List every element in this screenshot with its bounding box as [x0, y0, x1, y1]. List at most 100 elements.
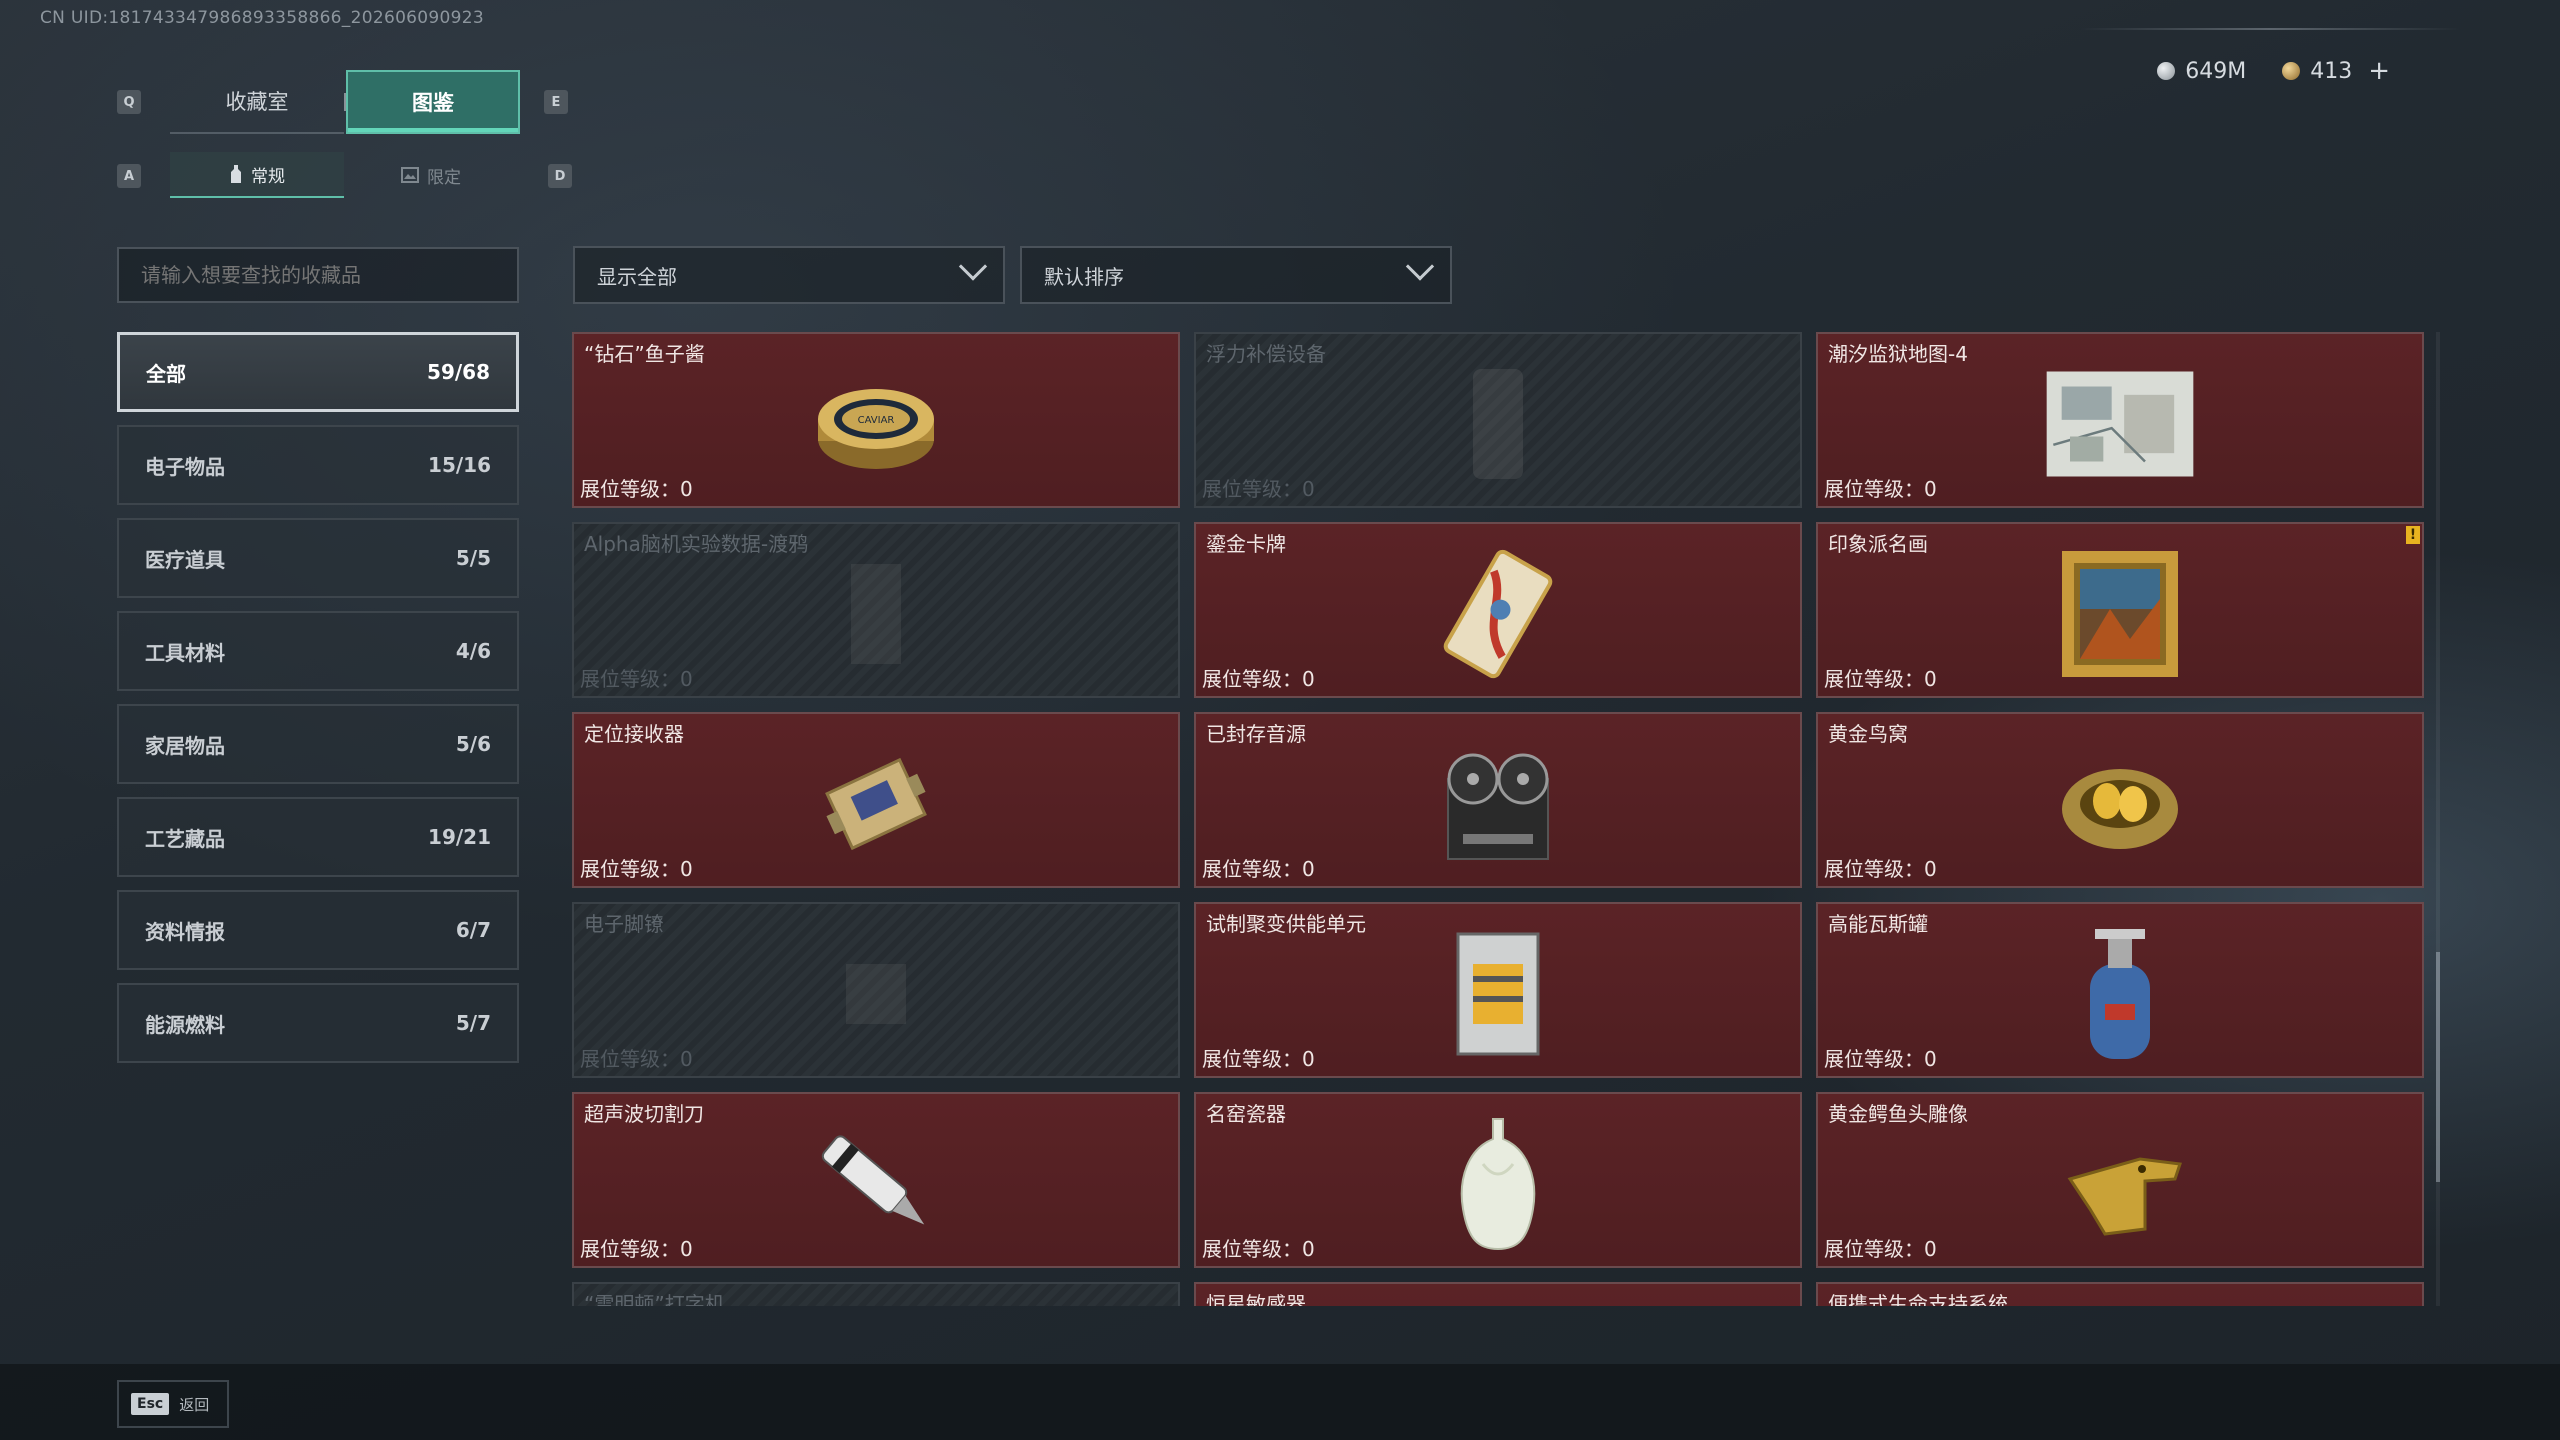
display-level-label: 展位等级： [1824, 667, 1924, 691]
display-level-value: 0 [1302, 667, 1315, 691]
collection-card[interactable]: 试制聚变供能单元展位等级：0 [1194, 902, 1802, 1078]
collection-card[interactable]: Alpha脑机实验数据-渡鸦 展位等级：0 [572, 522, 1180, 698]
category-medical[interactable]: 医疗道具 5/5 [117, 518, 519, 598]
sort-dropdown-value: 默认排序 [1044, 264, 1124, 289]
display-level-label: 展位等级： [1202, 857, 1302, 881]
display-level-value: 0 [1924, 857, 1937, 881]
category-label: 工具材料 [145, 640, 225, 665]
category-count: 4/6 [455, 639, 491, 663]
item-name: 便携式生命支持系统 [1828, 1292, 2008, 1306]
fusion-cell-icon [1423, 924, 1573, 1064]
tab-collection-room[interactable]: 收藏室 [170, 70, 344, 134]
category-count: 6/7 [455, 918, 491, 942]
sort-dropdown[interactable]: 默认排序 [1020, 246, 1452, 304]
caviar-tin-icon: CAVIAR [801, 354, 951, 494]
item-name: 黄金鳄鱼头雕像 [1828, 1102, 1968, 1126]
gold-amount: 413 [2310, 58, 2353, 84]
category-tools[interactable]: 工具材料 4/6 [117, 611, 519, 691]
category-all[interactable]: 全部 59/68 [117, 332, 519, 412]
reel-to-reel-icon [1423, 734, 1573, 874]
collection-card[interactable]: “雷明顿”打字机展位等级：0 [572, 1282, 1180, 1306]
display-level: 展位等级：0 [1202, 473, 1315, 502]
category-label: 全部 [146, 361, 186, 386]
item-name: 恒星敏感器 [1206, 1292, 1306, 1306]
item-name: 定位接收器 [584, 722, 684, 746]
display-level-value: 0 [1924, 667, 1937, 691]
key-hint-a: A [117, 164, 141, 188]
tab-codex[interactable]: 图鉴 [346, 70, 520, 134]
category-count: 5/7 [455, 1011, 491, 1035]
category-count: 59/68 [427, 360, 490, 384]
gold-coin-icon [2282, 62, 2301, 80]
collection-card[interactable]: “钻石”鱼子酱 CAVIAR 展位等级：0 [572, 332, 1180, 508]
display-level-value: 0 [1924, 1047, 1937, 1071]
scrollbar-thumb[interactable] [2436, 952, 2440, 1182]
display-level-label: 展位等级： [1824, 1237, 1924, 1261]
porcelain-vase-icon [1423, 1114, 1573, 1254]
item-name: “钻石”鱼子酱 [584, 342, 705, 366]
sub-tabs: 常规 限定 [170, 152, 518, 198]
collection-card[interactable]: 已封存音源 展位等级：0 [1194, 712, 1802, 888]
category-intel[interactable]: 资料情报 6/7 [117, 890, 519, 970]
display-level-value: 0 [680, 1237, 693, 1261]
collection-card[interactable]: 高能瓦斯罐 展位等级：0 [1816, 902, 2424, 1078]
category-electronics[interactable]: 电子物品 15/16 [117, 425, 519, 505]
category-label: 医疗道具 [145, 547, 225, 572]
back-label: 返回 [179, 1395, 210, 1414]
key-hint-e: E [544, 90, 568, 114]
category-crafts[interactable]: 工艺藏品 19/21 [117, 797, 519, 877]
category-label: 能源燃料 [145, 1012, 225, 1037]
display-level-value: 0 [680, 1047, 693, 1071]
grid-scrollbar[interactable] [2436, 332, 2440, 1306]
category-label: 家居物品 [145, 733, 225, 758]
display-level-value: 0 [1302, 1237, 1315, 1261]
item-name: “雷明顿”打字机 [584, 1292, 725, 1306]
display-level: 展位等级：0 [1202, 663, 1315, 692]
collection-card[interactable]: 浮力补偿设备 展位等级：0 [1194, 332, 1802, 508]
collection-card[interactable]: 恒星敏感器展位等级：0 [1194, 1282, 1802, 1306]
display-level: 展位等级：0 [580, 1233, 693, 1262]
decorative-line [2080, 28, 2460, 30]
ultrasonic-cutter-icon [801, 1114, 951, 1254]
add-currency-button[interactable]: + [2368, 56, 2390, 86]
collection-card[interactable]: 鎏金卡牌 展位等级：0 [1194, 522, 1802, 698]
display-level: 展位等级：0 [1202, 1043, 1315, 1072]
item-name: Alpha脑机实验数据-渡鸦 [584, 532, 809, 556]
alert-badge-icon: ! [2406, 526, 2420, 544]
collection-grid: “钻石”鱼子酱 CAVIAR 展位等级：0 浮力补偿设备 展位等级：0 潮汐监狱地图-4 展… [572, 332, 2424, 1306]
collection-card[interactable]: 名窑瓷器 展位等级：0 [1194, 1092, 1802, 1268]
key-hint-q: Q [117, 90, 141, 114]
subtab-regular[interactable]: 常规 [170, 152, 344, 198]
display-level: 展位等级：0 [1202, 1233, 1315, 1262]
back-button[interactable]: Esc 返回 [117, 1380, 229, 1428]
framed-painting-icon [2045, 544, 2195, 684]
collection-card[interactable]: 电子脚镣 展位等级：0 [572, 902, 1180, 1078]
collection-card[interactable]: 黄金鸟窝 展位等级：0 [1816, 712, 2424, 888]
silver-currency: 649M [2157, 59, 2246, 84]
category-count: 19/21 [428, 825, 491, 849]
display-level: 展位等级：0 [1824, 1043, 1937, 1072]
item-name: 试制聚变供能单元 [1206, 912, 1366, 936]
display-level: 展位等级：0 [1824, 1233, 1937, 1262]
data-drive-icon [801, 544, 951, 684]
filter-dropdown-value: 显示全部 [597, 264, 677, 289]
collection-card[interactable]: 潮汐监狱地图-4 展位等级：0 [1816, 332, 2424, 508]
category-household[interactable]: 家居物品 5/6 [117, 704, 519, 784]
collection-card[interactable]: 便携式生命支持系统展位等级：0 [1816, 1282, 2424, 1306]
display-level: 展位等级：0 [580, 473, 693, 502]
display-level-label: 展位等级： [580, 667, 680, 691]
chevron-down-icon [1405, 252, 1435, 281]
subtab-limited[interactable]: 限定 [344, 152, 518, 198]
display-level-label: 展位等级： [580, 1237, 680, 1261]
subtab-limited-label: 限定 [427, 167, 461, 188]
filter-dropdown[interactable]: 显示全部 [573, 246, 1005, 304]
search-input[interactable] [117, 247, 519, 303]
collection-card[interactable]: 超声波切割刀展位等级：0 [572, 1092, 1180, 1268]
collection-card[interactable]: 定位接收器 展位等级：0 [572, 712, 1180, 888]
collection-card[interactable]: 黄金鳄鱼头雕像展位等级：0 [1816, 1092, 2424, 1268]
collection-card[interactable]: 印象派名画 展位等级：0! [1816, 522, 2424, 698]
display-level-label: 展位等级： [1202, 667, 1302, 691]
category-energy[interactable]: 能源燃料 5/7 [117, 983, 519, 1063]
item-name: 超声波切割刀 [584, 1102, 704, 1126]
chevron-down-icon [958, 252, 988, 281]
